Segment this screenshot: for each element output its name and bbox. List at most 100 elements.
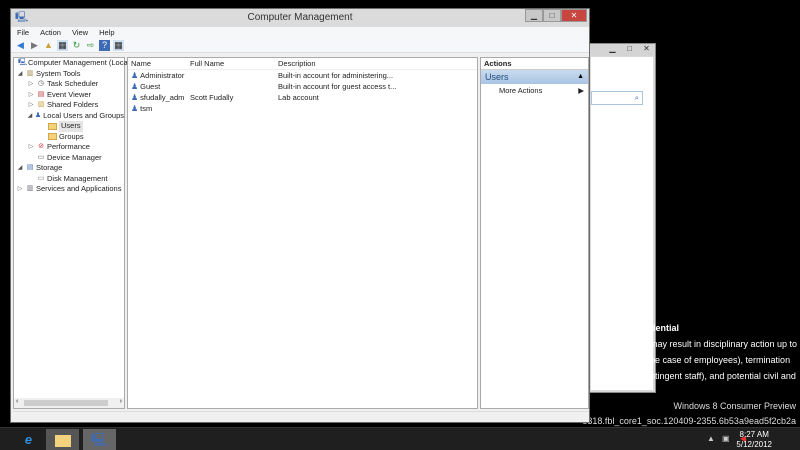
expander-icon[interactable]: ◢: [16, 163, 24, 174]
storage-icon: ▤: [26, 164, 34, 172]
menu-help[interactable]: Help: [99, 27, 114, 39]
tree-node[interactable]: Groups: [14, 132, 124, 143]
scroll-left-icon[interactable]: ‹: [16, 398, 18, 408]
refresh-icon[interactable]: ↻: [71, 40, 82, 51]
menu-view[interactable]: View: [72, 27, 88, 39]
event-viewer-icon: ▤: [37, 90, 45, 98]
tree-node[interactable]: ◢ ▥ System Tools: [14, 69, 124, 80]
shared-folder-icon: ▧: [37, 101, 45, 109]
tree-node-label: Services and Applications: [36, 184, 122, 193]
more-actions-item[interactable]: More Actions ▶: [481, 84, 588, 97]
disk-icon: ▭: [37, 174, 45, 182]
computer-management-taskbar-icon[interactable]: 🖳: [83, 429, 116, 450]
user-description: Lab account: [278, 93, 319, 102]
tree-node[interactable]: ◢ ♟ Local Users and Groups: [14, 111, 124, 122]
menu-bar: File Action View Help: [11, 27, 589, 39]
column-header-description[interactable]: Description: [275, 58, 395, 69]
tree-node-label: Groups: [59, 131, 84, 141]
tree-node-label: Shared Folders: [47, 100, 99, 109]
column-header-name[interactable]: Name: [128, 58, 187, 69]
export-icon[interactable]: ⇨: [85, 40, 96, 51]
tree-node-label: Users: [59, 121, 83, 132]
show-hide-tree-icon[interactable]: ▦: [57, 40, 68, 51]
maximize-button[interactable]: □: [543, 9, 561, 22]
user-icon: ♟: [131, 104, 139, 113]
back-icon[interactable]: ◀: [15, 40, 26, 51]
expander-icon[interactable]: ▷: [27, 90, 35, 101]
menu-file[interactable]: File: [17, 27, 29, 39]
watermark-line: Windows 8 Consumer Preview: [673, 401, 796, 411]
taskbar: e 🖳 ▲ ▣ ◀ 8:27 AM 5/12/2012: [0, 427, 800, 450]
collapse-icon[interactable]: ▲: [577, 70, 584, 84]
scroll-right-icon[interactable]: ›: [120, 398, 122, 408]
close-icon[interactable]: ✕: [638, 44, 655, 55]
horizontal-scrollbar[interactable]: ‹ ›: [14, 398, 124, 408]
date: 5/12/2012: [736, 440, 772, 449]
background-window[interactable]: ▁ □ ✕ ⌕: [588, 43, 656, 393]
column-header-full-name[interactable]: Full Name: [187, 58, 275, 69]
tree-node-label: Device Manager: [47, 152, 102, 162]
file-explorer-icon[interactable]: [46, 429, 79, 450]
toolbar: ◀ ▶ ▲ ▦ ↻ ⇨ ? ▦: [11, 39, 589, 53]
actions-group-users[interactable]: Users ▲: [481, 70, 588, 84]
user-description: Built-in account for administering...: [278, 71, 394, 80]
internet-explorer-icon[interactable]: e: [12, 429, 45, 450]
search-input[interactable]: ⌕: [591, 91, 643, 105]
close-button[interactable]: ✕: [561, 9, 587, 22]
tree-node-label: Computer Management (Local: [28, 58, 130, 67]
tree-node[interactable]: ▷ ◷ Task Scheduler: [14, 79, 124, 90]
user-name: Guest: [140, 82, 161, 91]
show-hidden-icons[interactable]: ▲: [707, 434, 715, 443]
table-row[interactable]: ♟ Guest Built-in account for guest access …: [128, 81, 477, 92]
tree-node-label: Local Users and Groups: [43, 110, 124, 120]
minimize-button[interactable]: ▁: [525, 9, 543, 22]
user-name: sfudally_adm: [140, 93, 185, 102]
table-row[interactable]: ♟ sfudally_adm Scott Fudally Lab account: [128, 92, 477, 103]
expander-icon[interactable]: ▷: [27, 142, 35, 153]
folder-icon: [48, 133, 57, 141]
text-line: may result in disciplinary action up to: [650, 339, 798, 349]
more-actions-label: More Actions: [499, 86, 543, 95]
app-icon: 🖳: [15, 12, 29, 23]
table-row[interactable]: ♟ tsm: [128, 103, 477, 114]
actions-title: Actions: [481, 58, 588, 70]
expander-icon[interactable]: ▷: [27, 79, 35, 90]
tree-node[interactable]: ▭ Disk Management: [14, 174, 124, 185]
device-manager-icon: ▭: [37, 153, 45, 161]
tree-node-label: System Tools: [36, 68, 81, 78]
search-icon: ⌕: [634, 93, 639, 102]
tree-node[interactable]: ▭ Device Manager: [14, 153, 124, 164]
user-name: Administrator: [140, 71, 185, 80]
navigation-tree: 🖳 Computer Management (Local ◢ ▥ System Tool…: [13, 57, 129, 409]
user-full-name: [187, 103, 275, 114]
user-description: Built-in account for guest access t...: [278, 82, 397, 91]
tree-node[interactable]: ◢ ▤ Storage: [14, 163, 124, 174]
expander-icon[interactable]: ◢: [27, 111, 33, 122]
text-line: he case of employees), termination: [650, 355, 791, 365]
table-row[interactable]: ♟ Administrator Built-in account for admin…: [128, 70, 477, 81]
show-hide-action-pane-icon[interactable]: ▦: [113, 40, 124, 51]
user-icon: ♟: [131, 82, 139, 91]
tree-node[interactable]: Users: [14, 121, 124, 132]
tree-node-label: Storage: [36, 163, 63, 172]
clock[interactable]: 8:27 AM 5/12/2012: [736, 430, 772, 450]
maximize-icon[interactable]: □: [621, 44, 638, 55]
help-icon[interactable]: ?: [99, 40, 110, 51]
tree-node[interactable]: ▷ ⊘ Performance: [14, 142, 124, 153]
expander-icon[interactable]: ▷: [16, 184, 24, 195]
expander-icon[interactable]: ◢: [16, 69, 24, 80]
menu-action[interactable]: Action: [40, 27, 61, 39]
tree-node[interactable]: ▷ ▧ Shared Folders: [14, 100, 124, 111]
scrollbar-thumb[interactable]: [24, 400, 108, 406]
expander-icon[interactable]: ▷: [27, 100, 35, 111]
tree-node-label: Disk Management: [47, 173, 108, 183]
forward-icon[interactable]: ▶: [29, 40, 40, 51]
up-folder-icon[interactable]: ▲: [43, 40, 54, 51]
minimize-icon[interactable]: ▁: [604, 44, 621, 55]
title-bar[interactable]: 🖳 Computer Management ▁ □ ✕: [11, 9, 589, 27]
tree-node[interactable]: 🖳 Computer Management (Local: [14, 58, 129, 69]
tree-node[interactable]: ▷ ▥ Services and Applications: [14, 184, 124, 195]
network-icon[interactable]: ▣: [722, 434, 730, 443]
watermark: Windows 8 Consumer Preview 8318.fbl_core…: [582, 399, 796, 429]
tree-node[interactable]: ▷ ▤ Event Viewer: [14, 90, 124, 101]
